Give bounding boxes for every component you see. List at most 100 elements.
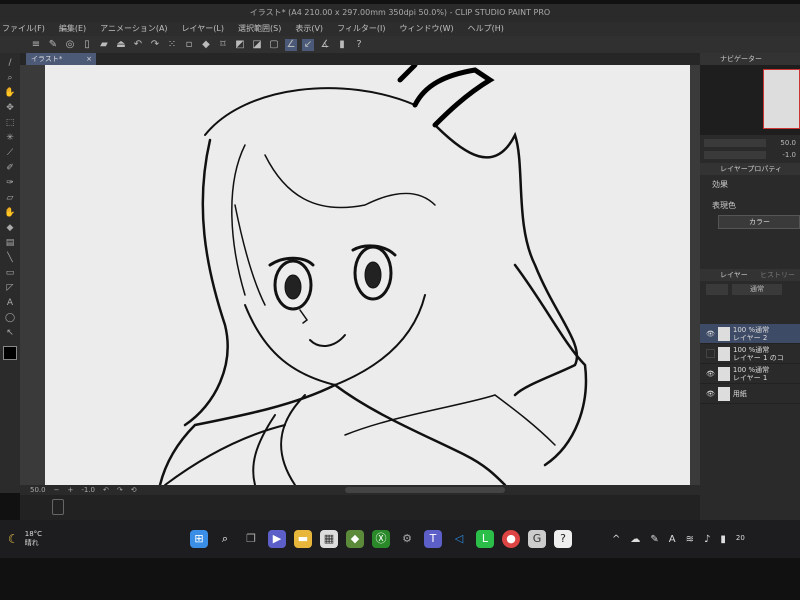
clip-studio-paint-icon[interactable]: ?	[554, 530, 572, 548]
brush-icon[interactable]: ✐	[4, 162, 16, 174]
ruler-icon[interactable]: ◸	[4, 282, 16, 294]
eye-icon[interactable]: 👁	[706, 390, 715, 398]
reset-rotation-icon[interactable]: ⟲	[131, 486, 137, 494]
horizontal-scrollbar[interactable]	[344, 487, 505, 493]
minecraft-icon[interactable]: ◆	[346, 530, 364, 548]
new-file-icon[interactable]: ▯	[81, 39, 93, 51]
menu-selection[interactable]: 選択範囲(S)	[238, 22, 281, 36]
zoom-value[interactable]: 50.0	[30, 486, 46, 494]
layer-row[interactable]: 👁 100 %通常 レイヤー 1	[700, 364, 800, 384]
balloon-icon[interactable]: ◯	[4, 312, 16, 324]
menu-window[interactable]: ウィンドウ(W)	[400, 22, 454, 36]
save-icon[interactable]: ⏏	[115, 39, 127, 51]
tab-illust[interactable]: イラスト* ×	[26, 53, 96, 65]
frame-icon[interactable]: ▭	[4, 267, 16, 279]
eye-icon[interactable]: 👁	[706, 370, 715, 378]
select-icon[interactable]: ⬚	[4, 117, 16, 129]
pen-icon[interactable]: /	[4, 57, 16, 69]
blend-mode-select[interactable]: 通常	[732, 284, 782, 295]
wifi-icon[interactable]: ≋	[686, 534, 694, 545]
chrome-icon[interactable]: ●	[502, 530, 520, 548]
figure-icon[interactable]: ╲	[4, 252, 16, 264]
rotation-value[interactable]: -1.0	[81, 486, 95, 494]
panel-icon[interactable]	[52, 499, 64, 515]
xbox-icon[interactable]: Ⓧ	[372, 530, 390, 548]
store-icon[interactable]: ▦	[320, 530, 338, 548]
meet-icon[interactable]: ▶	[268, 530, 286, 548]
menu-view[interactable]: 表示(V)	[295, 22, 323, 36]
zoom-slider[interactable]	[704, 139, 766, 147]
redo-icon[interactable]: ↷	[149, 39, 161, 51]
text-icon[interactable]: A	[4, 297, 16, 309]
special-ruler-snap-icon[interactable]: ↙	[302, 38, 314, 51]
clip-studio-icon[interactable]: ✎	[47, 39, 59, 51]
ruler-snap-icon[interactable]: ∠	[285, 38, 297, 51]
rotate-left-icon[interactable]: ↶	[103, 486, 109, 494]
eraser-icon[interactable]: ▱	[4, 192, 16, 204]
move-icon[interactable]: ✥	[4, 102, 16, 114]
eye-icon[interactable]: 👁	[706, 330, 715, 338]
gradient-icon[interactable]: ▤	[4, 237, 16, 249]
undo-icon[interactable]: ↶	[132, 39, 144, 51]
deselect-icon[interactable]: ⁙	[166, 39, 178, 51]
weather-widget[interactable]: ☾ 18°C 晴れ	[0, 530, 190, 548]
chevron-up-icon[interactable]: ^	[612, 534, 620, 545]
snap-icon[interactable]: ◩	[234, 39, 246, 51]
layer-row[interactable]: 👁 100 %通常 レイヤー 2	[700, 324, 800, 344]
battery-icon[interactable]: ▮	[720, 534, 726, 545]
close-tab-icon[interactable]: ×	[86, 53, 92, 65]
zoom-in-button[interactable]: +	[67, 486, 73, 494]
history-tab[interactable]: ヒストリー	[760, 271, 795, 279]
file-explorer-icon[interactable]: ▬	[294, 530, 312, 548]
pen-icon[interactable]: ✎	[650, 534, 658, 545]
color-select[interactable]	[706, 284, 728, 295]
airbrush-icon[interactable]: ✑	[4, 177, 16, 189]
zoom-out-button[interactable]: −	[54, 486, 60, 494]
help-icon[interactable]: ?	[353, 39, 365, 51]
layer-row[interactable]: 👁 用紙	[700, 384, 800, 404]
hidden-eye-box[interactable]	[706, 349, 715, 358]
cloud-icon[interactable]: ☁	[630, 534, 640, 545]
snap3-icon[interactable]: ▢	[268, 39, 280, 51]
menu-file[interactable]: ファイル(F)	[2, 22, 45, 36]
eyedropper-icon[interactable]: ⟋	[4, 147, 16, 159]
menu-help[interactable]: ヘルプ(H)	[468, 22, 504, 36]
layer-tab[interactable]: レイヤー	[720, 271, 748, 279]
smartphone-icon[interactable]: ▮	[336, 39, 348, 51]
zoom-icon[interactable]: ⌕	[4, 72, 16, 84]
menu-icon[interactable]: ≡	[30, 39, 42, 51]
open-folder-icon[interactable]: ▰	[98, 39, 110, 51]
layer-row[interactable]: 100 %通常 レイヤー 1 のコ	[700, 344, 800, 364]
rotate-slider[interactable]	[704, 151, 766, 159]
fill-tool-icon[interactable]: ◆	[4, 222, 16, 234]
settings-icon[interactable]: ⚙	[398, 530, 416, 548]
color-button[interactable]: カラー	[718, 215, 800, 229]
rotate-right-icon[interactable]: ↷	[117, 486, 123, 494]
clock[interactable]: 20	[736, 534, 745, 545]
assets-icon[interactable]: ◎	[64, 39, 76, 51]
grid-snap-icon[interactable]: ∡	[319, 39, 331, 51]
menu-layer[interactable]: レイヤー(L)	[182, 22, 224, 36]
transform-icon[interactable]: ⌑	[217, 39, 229, 51]
correct-line-icon[interactable]: ↖	[4, 327, 16, 339]
ime-icon[interactable]: A	[669, 534, 676, 545]
vscode-icon[interactable]: ◁	[450, 530, 468, 548]
blend-icon[interactable]: ✋	[4, 207, 16, 219]
menu-filter[interactable]: フィルター(I)	[337, 22, 385, 36]
fill-icon[interactable]: ◆	[200, 39, 212, 51]
clip-studio-icon[interactable]: G	[528, 530, 546, 548]
wand-icon[interactable]: ✳	[4, 132, 16, 144]
snap2-icon[interactable]: ◪	[251, 39, 263, 51]
hand-icon[interactable]: ✋	[4, 87, 16, 99]
navigator-thumbnail[interactable]	[763, 69, 800, 129]
volume-icon[interactable]: ♪	[704, 534, 710, 545]
line-icon[interactable]: L	[476, 530, 494, 548]
clear-icon[interactable]: ▫	[183, 39, 195, 51]
drawing-canvas[interactable]	[45, 65, 690, 485]
color-swatch[interactable]	[3, 346, 17, 360]
teams-icon[interactable]: T	[424, 530, 442, 548]
start-icon[interactable]: ⊞	[190, 530, 208, 548]
search-icon[interactable]: ⌕	[216, 530, 234, 548]
menu-animation[interactable]: アニメーション(A)	[100, 22, 167, 36]
task-view-icon[interactable]: ❐	[242, 530, 260, 548]
